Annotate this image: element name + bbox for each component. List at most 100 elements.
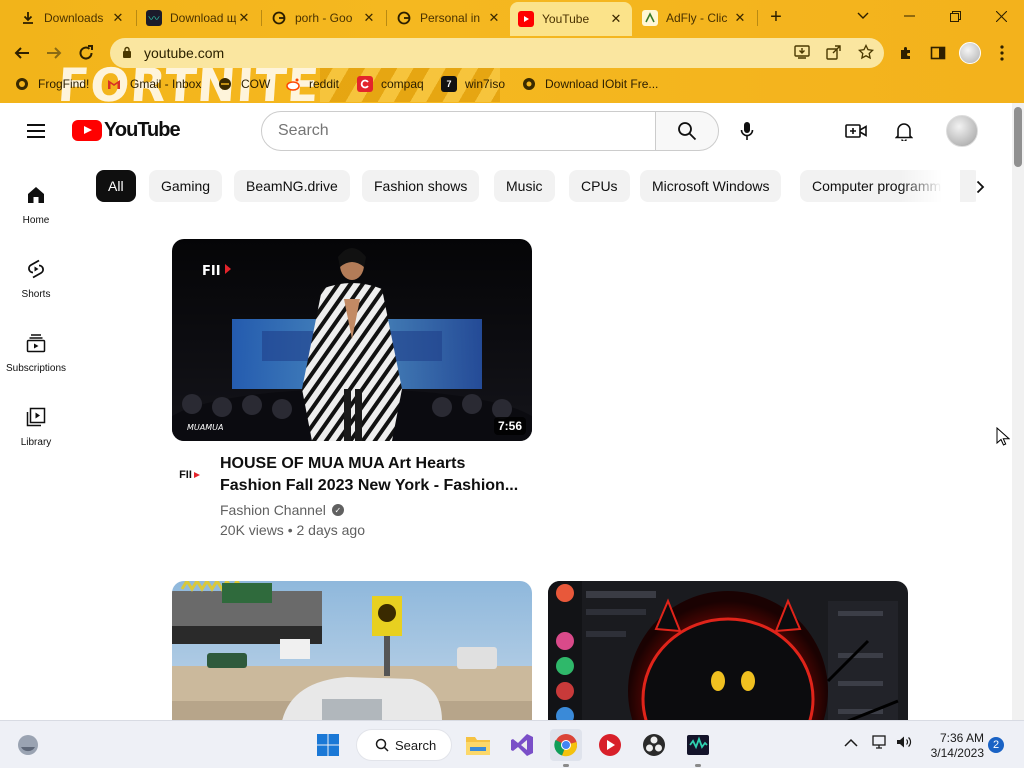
network-icon[interactable] (872, 735, 888, 752)
obs-button[interactable] (638, 729, 670, 761)
bookmark-frogfind[interactable]: FrogFind! (14, 76, 89, 92)
restore-button[interactable] (932, 0, 978, 32)
search-field[interactable] (261, 111, 656, 151)
address-bar[interactable]: youtube.com (110, 38, 884, 68)
video-stats: 20K views • 2 days ago (220, 522, 365, 538)
video-thumbnail[interactable] (172, 581, 532, 720)
tab-strip: Downloads ✕ 〰 Download щ ✕ porh - Goo ✕ … (0, 0, 1024, 36)
chip-cpus[interactable]: CPUs (569, 170, 630, 202)
extensions-button[interactable] (892, 39, 920, 67)
share-icon[interactable] (826, 44, 842, 63)
chips-next-button[interactable] (964, 170, 996, 204)
video-thumbnail[interactable] (548, 581, 908, 720)
forward-button[interactable] (40, 39, 68, 67)
microphone-icon (740, 122, 754, 140)
side-panel-button[interactable] (924, 39, 952, 67)
create-button[interactable] (836, 111, 876, 151)
browser-toolbar: youtube.com (0, 36, 1024, 70)
search-input[interactable] (278, 122, 655, 140)
volume-icon[interactable] (896, 735, 912, 752)
menu-button[interactable] (24, 120, 48, 144)
url-text: youtube.com (144, 45, 225, 61)
tab-youtube[interactable]: YouTube ✕ (510, 2, 632, 36)
tab-downloads[interactable]: Downloads ✕ (12, 4, 134, 32)
channel-avatar[interactable]: FII (172, 457, 208, 493)
google-icon (271, 10, 287, 26)
iobit-icon (521, 76, 537, 92)
account-avatar[interactable] (946, 115, 978, 147)
bell-icon (895, 123, 913, 141)
clock[interactable]: 7:36 AM 3/14/2023 (920, 731, 984, 761)
bookmark-iobit[interactable]: Download IObit Fre... (521, 76, 658, 92)
profile-avatar-icon (959, 42, 981, 64)
reddit-icon (285, 76, 301, 92)
visual-studio-button[interactable] (506, 729, 538, 761)
channel-logo-icon (193, 472, 200, 478)
file-explorer-button[interactable] (462, 729, 494, 761)
channel-name-row[interactable]: Fashion Channel ✓ (220, 502, 344, 518)
download-icon (20, 10, 36, 26)
notification-badge[interactable]: 2 (988, 737, 1004, 753)
search-button[interactable] (655, 111, 719, 151)
back-button[interactable] (8, 39, 36, 67)
channel-name[interactable]: Fashion Channel (220, 502, 326, 518)
sidebar-item-shorts[interactable]: Shorts (0, 251, 72, 325)
video-thumbnail[interactable]: FII MUAMUA 7:56 (172, 239, 532, 441)
voice-search-button[interactable] (727, 111, 767, 151)
sidebar-item-library[interactable]: Library (0, 399, 72, 473)
start-button[interactable] (312, 729, 344, 761)
show-hidden-icons-button[interactable] (844, 735, 858, 751)
minimize-button[interactable] (886, 0, 932, 32)
close-icon[interactable]: ✕ (486, 10, 502, 26)
chip-microsoft-windows[interactable]: Microsoft Windows (640, 170, 782, 202)
tab-download-iobit[interactable]: 〰 Download щ ✕ (138, 4, 260, 32)
youtube-logo[interactable]: YouTube (72, 119, 181, 142)
page-scrollbar[interactable] (1012, 103, 1024, 720)
close-icon[interactable]: ✕ (732, 10, 748, 26)
tab-search-button[interactable] (840, 0, 886, 32)
tab-google-search[interactable]: porh - Goo ✕ (263, 4, 385, 32)
tab-personal-info[interactable]: Personal in ✕ (388, 4, 510, 32)
video-title[interactable]: HOUSE OF MUA MUA Art Hearts Fashion Fall… (220, 453, 520, 497)
widgets-button[interactable] (12, 729, 44, 761)
more-vertical-icon (1000, 45, 1004, 61)
chrome-button[interactable] (550, 729, 582, 761)
profile-button[interactable] (956, 39, 984, 67)
bookmark-gmail[interactable]: Gmail - Inbox (106, 76, 201, 92)
home-icon (24, 183, 48, 207)
taskbar-search[interactable]: Search (356, 729, 452, 761)
chip-all[interactable]: All (96, 170, 136, 202)
bookmark-star-icon[interactable] (857, 43, 875, 63)
visual-studio-icon (511, 734, 533, 756)
bookmark-reddit[interactable]: reddit (285, 76, 339, 92)
reload-button[interactable] (72, 39, 100, 67)
video-card[interactable] (172, 581, 532, 720)
chip-gaming[interactable]: Gaming (149, 170, 223, 202)
close-icon[interactable]: ✕ (608, 11, 624, 27)
close-window-button[interactable] (978, 0, 1024, 32)
media-app-button[interactable] (594, 729, 626, 761)
sidebar-item-subscriptions[interactable]: Subscriptions (0, 325, 72, 399)
chip-fashion-shows[interactable]: Fashion shows (362, 170, 480, 202)
bookmark-compaq[interactable]: compaq (357, 76, 424, 92)
chip-music[interactable]: Music (494, 170, 555, 202)
tab-adfly[interactable]: AdFly - Clic ✕ (634, 4, 756, 32)
iobit-app-button[interactable] (682, 729, 714, 761)
bookmark-win7iso[interactable]: 7 win7iso (441, 76, 505, 92)
video-card[interactable] (548, 581, 908, 720)
notifications-button[interactable] (884, 111, 924, 151)
chrome-menu-button[interactable] (988, 39, 1016, 67)
sidebar-item-home[interactable]: Home (0, 177, 72, 251)
chip-beamng[interactable]: BeamNG.drive (234, 170, 350, 202)
adfly-icon (642, 10, 658, 26)
close-icon[interactable]: ✕ (110, 10, 126, 26)
scrollbar-thumb[interactable] (1014, 107, 1022, 167)
search-icon (375, 738, 389, 752)
bookmark-cow[interactable]: COW (217, 76, 270, 92)
install-app-icon[interactable] (794, 44, 810, 63)
video-card[interactable]: FII MUAMUA 7:56 FII HOUSE OF MUA MUA Art… (172, 239, 532, 541)
new-tab-button[interactable]: + (760, 1, 792, 33)
close-icon[interactable]: ✕ (361, 10, 377, 26)
close-icon[interactable]: ✕ (236, 10, 252, 26)
thumbnail-brand-text: FII (202, 264, 221, 279)
